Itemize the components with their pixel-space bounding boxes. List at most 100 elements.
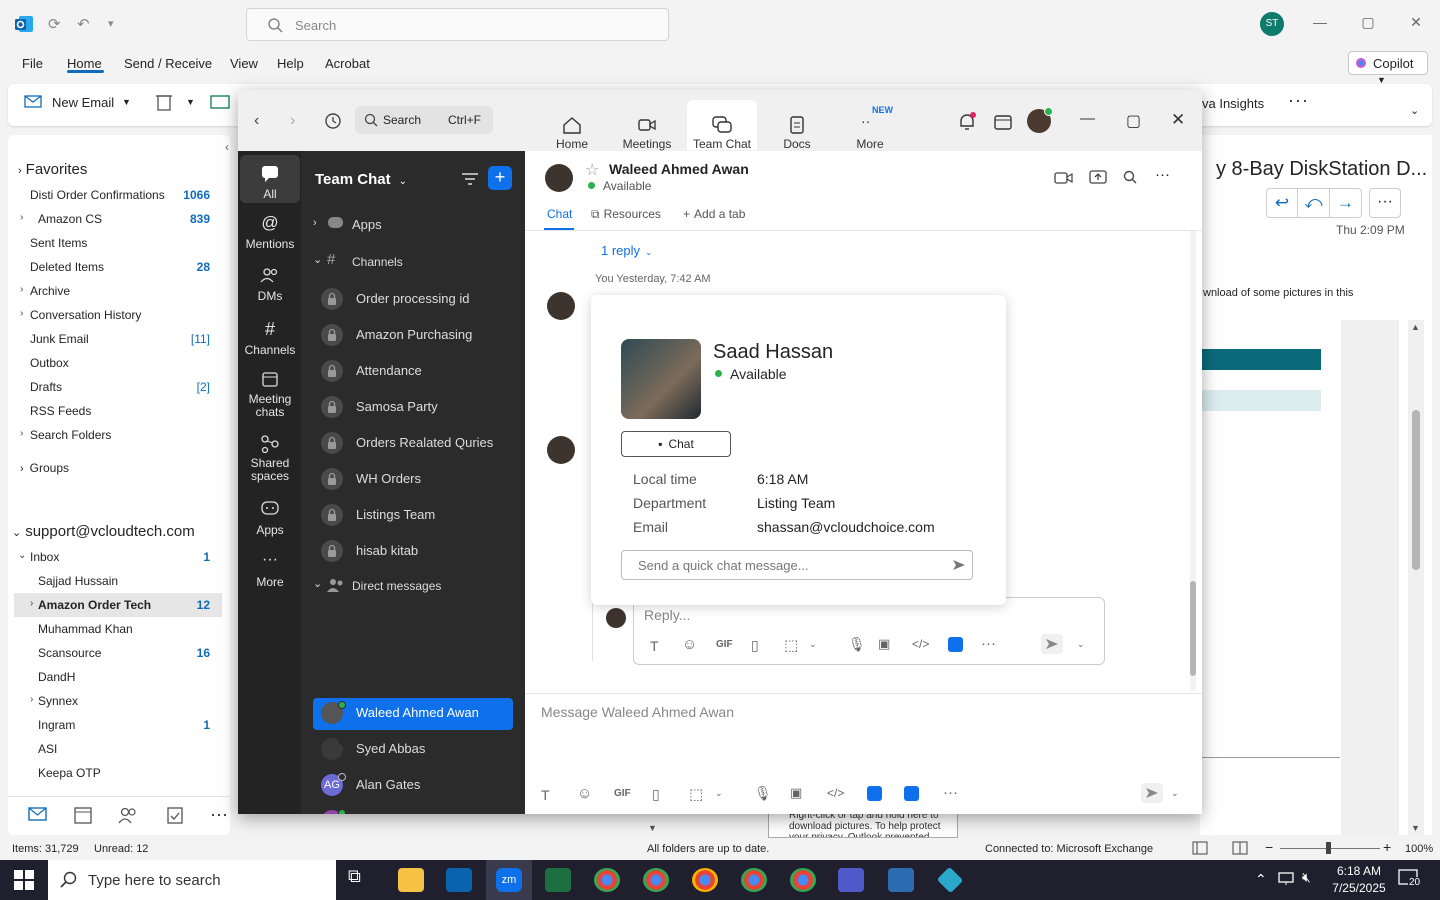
chevron-up-icon[interactable]: ⌃ (1255, 871, 1267, 888)
code-icon[interactable]: </> (827, 786, 844, 800)
zoom-whiteboard-icon[interactable] (904, 786, 919, 801)
contact-name[interactable]: Waleed Ahmed Awan (609, 161, 749, 177)
rail-meeting-chats[interactable]: Meeting chats (240, 371, 300, 419)
undo-icon[interactable]: ↶ (77, 15, 90, 33)
minimize-icon[interactable]: — (1080, 110, 1095, 127)
zoom-app-icon[interactable] (867, 786, 882, 801)
chrome-icon[interactable] (692, 868, 718, 892)
menu-home[interactable]: Home (67, 56, 102, 71)
sender-avatar[interactable] (547, 292, 575, 320)
whiteboard-icon[interactable] (993, 112, 1013, 132)
back-icon[interactable]: ‹ (254, 112, 259, 130)
folder-item[interactable]: Amazon CS (38, 212, 102, 226)
chat-button[interactable]: ▪ Chat (621, 431, 731, 457)
more-apps-icon[interactable]: ··· (210, 804, 228, 825)
zoom-search-box[interactable]: Search Ctrl+F (355, 106, 493, 134)
chrome-icon[interactable] (643, 868, 669, 892)
chat-scrollbar-thumb[interactable] (1190, 581, 1196, 676)
folder-item[interactable]: Inbox (30, 550, 59, 564)
zoom-slider-thumb[interactable] (1326, 842, 1331, 854)
send-icon[interactable] (1141, 783, 1163, 803)
format-text-icon[interactable]: T (541, 787, 550, 803)
chevron-right-icon[interactable]: › (30, 598, 33, 609)
calculator-icon[interactable] (888, 868, 914, 892)
scroll-down-icon[interactable]: ▼ (1411, 823, 1420, 833)
tasks-icon[interactable] (166, 806, 184, 824)
folder-item[interactable]: ASI (38, 742, 57, 756)
microphone-icon[interactable]: 🎙 (848, 636, 866, 653)
network-icon[interactable] (1278, 871, 1296, 887)
folder-item[interactable]: Junk Email (30, 332, 89, 346)
teams-icon[interactable] (838, 868, 864, 892)
send-icon[interactable] (950, 556, 968, 574)
video-message-icon[interactable]: ▣ (790, 785, 802, 801)
collapse-pane-icon[interactable]: ‹ (225, 140, 229, 154)
rail-shared-spaces[interactable]: Shared spaces (240, 435, 300, 483)
more-options-icon[interactable]: ··· (981, 635, 996, 652)
zoom-in-icon[interactable]: + (1383, 839, 1391, 855)
team-chat-title[interactable]: Team Chat ⌄ (315, 171, 407, 188)
folder-item[interactable]: Scansource (38, 646, 101, 660)
task-view-icon[interactable]: ⧉ (348, 866, 374, 890)
quick-message-input[interactable]: Send a quick chat message... (621, 550, 973, 580)
folder-item[interactable]: Search Folders (30, 428, 111, 442)
forward-icon[interactable]: → (1330, 188, 1362, 218)
mail-icon[interactable] (28, 806, 48, 822)
channel-item[interactable]: Attendance (313, 356, 513, 386)
taskbar-search-box[interactable]: Type here to search (48, 860, 336, 900)
emoji-icon[interactable]: ☺ (682, 636, 697, 653)
channel-item[interactable]: WH Orders (313, 464, 513, 494)
maximize-icon[interactable]: ▢ (1358, 14, 1378, 34)
folder-item[interactable]: Outbox (30, 356, 69, 370)
notification-bell-icon[interactable] (957, 112, 977, 132)
channel-item[interactable]: Orders Realated Quries (313, 428, 513, 458)
chevron-down-icon[interactable]: ⌄ (18, 550, 26, 561)
zoom-app-icon[interactable] (948, 637, 963, 652)
chevron-down-icon[interactable]: ▼ (186, 97, 195, 107)
forward-icon[interactable]: › (290, 112, 295, 130)
user-avatar[interactable]: ST (1260, 12, 1284, 36)
channel-item[interactable]: Listings Team (313, 500, 513, 530)
menu-view[interactable]: View (230, 56, 258, 71)
more-options-icon[interactable]: ··· (1288, 90, 1309, 111)
sync-icon[interactable]: ⟳ (48, 15, 61, 33)
file-explorer-icon[interactable] (398, 868, 424, 892)
rail-apps[interactable]: Apps (240, 501, 300, 537)
channel-item[interactable]: hisab kitab (313, 536, 513, 566)
composer-input[interactable]: Message Waleed Ahmed Awan (541, 704, 734, 720)
delete-icon[interactable] (155, 92, 173, 112)
star-icon[interactable]: ☆ (585, 160, 599, 180)
contact-avatar[interactable] (545, 164, 573, 192)
tab-chat[interactable]: Chat (547, 207, 572, 221)
volume-muted-icon[interactable]: 🔇︎ (1302, 869, 1311, 886)
outlook-search-box[interactable]: Search (246, 8, 669, 41)
more-options-icon[interactable]: ··· (1155, 166, 1170, 183)
scrollbar-thumb[interactable] (1412, 410, 1420, 570)
tab-docs[interactable]: Docs (762, 100, 832, 151)
format-text-icon[interactable]: T (650, 638, 659, 654)
microphone-icon[interactable]: 🎙 (754, 785, 772, 802)
folder-item[interactable]: RSS Feeds (30, 404, 91, 418)
chevron-down-icon[interactable]: ⌄ (1410, 104, 1419, 117)
gif-icon[interactable]: GIF (716, 639, 733, 650)
close-icon[interactable]: ✕ (1406, 14, 1426, 34)
rail-channels[interactable]: # Channels (240, 319, 300, 357)
folder-item[interactable]: Keepa OTP (38, 766, 101, 780)
folder-item[interactable]: Disti Order Confirmations (30, 188, 165, 202)
chevron-right-icon[interactable]: › (20, 212, 23, 223)
favorites-header[interactable]: › Favorites (18, 161, 87, 178)
folder-item[interactable]: Ingram (38, 718, 75, 732)
chrome-icon[interactable] (741, 868, 767, 892)
chevron-down-icon[interactable]: ⌄ (1077, 639, 1085, 650)
people-icon[interactable] (118, 806, 138, 824)
screenshot-icon[interactable]: ⬚ (784, 636, 798, 654)
reply-icon[interactable]: ↩ (1266, 188, 1298, 218)
tab-add[interactable]: + Add a tab (683, 207, 745, 221)
folder-item[interactable]: Deleted Items (30, 260, 104, 274)
rail-mentions[interactable]: @ Mentions (240, 213, 300, 251)
chevron-right-icon[interactable]: › (20, 284, 23, 295)
sender-avatar[interactable] (547, 436, 575, 464)
tab-team-chat[interactable]: Team Chat (687, 100, 757, 151)
filter-icon[interactable] (461, 171, 479, 187)
chevron-right-icon[interactable]: › (20, 308, 23, 319)
